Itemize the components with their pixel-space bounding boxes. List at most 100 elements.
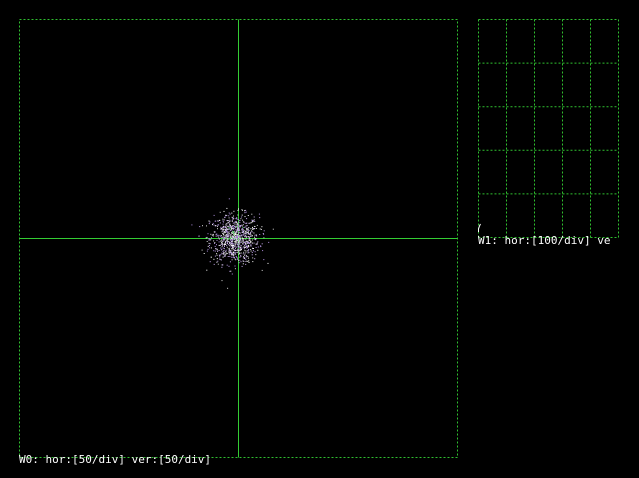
scatter-point [237,228,238,229]
scatter-point [235,235,237,237]
scatter-point [223,253,225,255]
scatter-point [237,229,238,231]
scatter-point [198,235,200,237]
scatter-point [216,248,218,250]
scatter-point [237,245,239,247]
scatter-point [244,246,246,248]
scatter-point [239,256,241,258]
scatter-point [245,251,247,253]
scatter-point [228,239,230,240]
scatter-point [239,259,241,261]
scatter-point [247,230,249,231]
scatter-point [228,228,230,230]
scatter-point [253,225,255,227]
scatter-point [230,251,232,253]
scatter-point [235,237,236,239]
scatter-point [235,222,237,224]
scatter-point [216,244,217,246]
scatter-point [225,235,227,237]
scatter-point [248,243,250,244]
scatter-point [246,260,248,262]
scatter-point [223,250,225,252]
scatter-point [261,226,263,228]
scatter-point [235,232,237,234]
scatter-point [255,243,257,245]
scatter-point [234,235,236,237]
scatter-point [242,242,244,244]
scatter-point [253,242,255,244]
scatter-point [221,266,223,268]
scatter-point [221,246,223,248]
scatter-point [219,211,221,213]
scatter-point [241,247,243,249]
scatter-point [248,241,250,243]
scatter-point [250,235,251,237]
scatter-point [252,257,254,259]
scatter-point [255,234,257,236]
scatter-point [223,234,225,236]
scatter-point [245,256,247,258]
scatter-point [239,222,241,224]
scatter-point [242,257,244,259]
scatter-point [240,240,242,242]
w1-scale-label: W1: hor:[100/div] ve [478,234,611,247]
scatter-point [255,228,257,229]
scatter-point [233,248,234,250]
scatter-point [252,228,254,229]
scatter-point [210,256,212,258]
scatter-point [220,247,222,249]
scatter-point [251,251,253,253]
scatter-point [231,231,233,233]
scatter-point [244,235,246,237]
scatter-point [221,240,223,242]
scatter-point [239,235,241,237]
scatter-point [207,245,209,247]
scatter-point [248,236,250,238]
scatter-point [230,270,232,272]
scatter-point [232,232,233,234]
scatter-point [214,231,216,233]
scatter-point [242,234,244,236]
scatter-point [253,238,255,240]
scatter-point [235,247,236,249]
scatter-point [234,234,236,236]
scatter-point [209,221,211,223]
scatter-point [231,232,232,234]
scatter-point [221,237,223,238]
scatter-point [249,242,251,244]
scatter-point [206,225,207,227]
scatter-point [248,238,250,240]
scatter-point [243,248,245,250]
scatter-point [247,252,249,254]
scatter-point [243,233,245,235]
scatter-point [251,213,253,215]
scatter-point [214,225,216,227]
scatter-point [226,220,228,221]
scatter-point [247,257,249,259]
scatter-point [226,246,228,248]
scatter-point [230,251,231,253]
scatter-point [222,245,223,247]
scatter-point [224,226,226,228]
scatter-point [231,219,233,221]
scatter-point [228,212,230,214]
scatter-point [252,229,254,230]
scatter-point [234,268,236,270]
scatter-point [222,250,224,252]
scatter-point [214,250,216,252]
scatter-point [237,223,239,225]
scatter-point [237,237,239,239]
scatter-point [243,226,245,228]
scatter-point [235,240,237,242]
scatter-point [246,247,248,249]
scatter-point [263,233,265,235]
scatter-point [245,244,247,246]
scatter-point [227,248,229,250]
scatter-point [248,249,249,251]
scatter-point [256,242,258,244]
scatter-point [247,250,249,252]
scatter-point [223,221,225,223]
scatter-point [242,263,244,265]
scatter-point [225,242,226,244]
scatter-point [238,253,240,255]
